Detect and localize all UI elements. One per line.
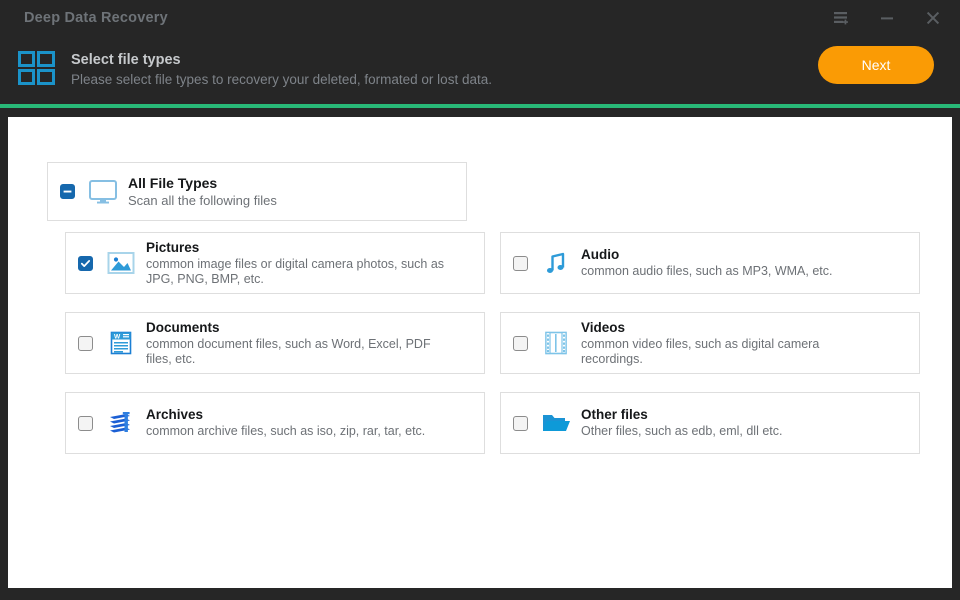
file-types-panel: All File Types Scan all the following fi… xyxy=(8,117,952,588)
card-text-audio: Audio common audio files, such as MP3, W… xyxy=(581,246,840,280)
next-button[interactable]: Next xyxy=(818,46,934,84)
card-pictures[interactable]: Pictures common image files or digital c… xyxy=(65,232,485,294)
minimize-icon-glyph xyxy=(881,17,893,20)
archive-stack-icon xyxy=(104,410,138,436)
card-title-all: All File Types xyxy=(128,174,218,191)
app-title: Deep Data Recovery xyxy=(24,10,168,26)
checkbox-checked-box xyxy=(77,255,93,271)
svg-text:W: W xyxy=(114,334,121,341)
card-text-archives: Archives common archive files, such as i… xyxy=(146,406,433,440)
card-title-pictures: Pictures xyxy=(146,239,200,255)
card-all-file-types[interactable]: All File Types Scan all the following fi… xyxy=(47,162,467,221)
grid-four-squares-icon xyxy=(18,49,56,92)
card-desc-documents: common document files, such as Word, Exc… xyxy=(146,336,431,367)
checkbox-audio[interactable] xyxy=(501,255,539,271)
checkbox-unchecked-box xyxy=(512,335,528,351)
card-archives[interactable]: Archives common archive files, such as i… xyxy=(65,392,485,454)
checkbox-indeterminate-box xyxy=(59,184,75,199)
minimize-icon[interactable] xyxy=(874,5,900,31)
card-desc-pictures: common image files or digital camera pho… xyxy=(146,256,445,287)
checkbox-archives[interactable] xyxy=(66,415,104,431)
monitor-icon xyxy=(86,179,120,205)
card-videos[interactable]: Videos common video files, such as digit… xyxy=(500,312,920,374)
card-title-audio: Audio xyxy=(581,247,620,263)
checkbox-unchecked-box xyxy=(77,335,93,351)
window-controls xyxy=(828,5,946,31)
card-title-documents: Documents xyxy=(146,319,220,335)
card-title-videos: Videos xyxy=(581,319,626,335)
checkbox-videos[interactable] xyxy=(501,335,539,351)
card-text-documents: Documents common document files, such as… xyxy=(146,319,454,368)
card-text-videos: Videos common video files, such as digit… xyxy=(581,319,889,368)
card-desc-archives: common archive files, such as iso, zip, … xyxy=(146,424,426,439)
card-other-files[interactable]: Other files Other files, such as edb, em… xyxy=(500,392,920,454)
card-desc-other-files: Other files, such as edb, eml, dll etc. xyxy=(581,424,783,439)
card-text-all: All File Types Scan all the following fi… xyxy=(128,175,285,209)
checkbox-pictures[interactable] xyxy=(66,255,104,271)
folder-open-icon xyxy=(539,411,573,435)
card-audio[interactable]: Audio common audio files, such as MP3, W… xyxy=(500,232,920,294)
card-desc-videos: common video files, such as digital came… xyxy=(581,336,820,367)
card-documents[interactable]: W Documents common document files, such … xyxy=(65,312,485,374)
checkbox-unchecked-box xyxy=(512,255,528,271)
close-icon[interactable] xyxy=(920,5,946,31)
checkbox-other-files[interactable] xyxy=(501,415,539,431)
page-header: Select file types Please select file typ… xyxy=(0,37,960,105)
card-title-archives: Archives xyxy=(146,407,204,423)
card-desc-all: Scan all the following files xyxy=(128,192,277,208)
card-desc-audio: common audio files, such as MP3, WMA, et… xyxy=(581,264,833,279)
menu-icon[interactable] xyxy=(828,5,854,31)
checkbox-all-file-types[interactable] xyxy=(48,184,86,199)
page-title: Select file types xyxy=(71,52,181,68)
title-bar: Deep Data Recovery xyxy=(0,0,960,37)
dash-icon xyxy=(63,190,71,193)
card-text-other-files: Other files Other files, such as edb, em… xyxy=(581,406,790,440)
music-note-icon xyxy=(539,250,573,276)
image-icon xyxy=(104,251,138,275)
checkbox-unchecked-box xyxy=(512,415,528,431)
checkbox-documents[interactable] xyxy=(66,335,104,351)
card-title-other-files: Other files xyxy=(581,407,648,423)
film-strip-icon xyxy=(539,330,573,356)
check-icon xyxy=(80,259,90,267)
menu-icon-glyph xyxy=(833,12,848,25)
close-icon-glyph xyxy=(926,11,940,25)
accent-divider xyxy=(0,104,960,108)
card-text-pictures: Pictures common image files or digital c… xyxy=(146,239,454,288)
page-subtitle: Please select file types to recovery you… xyxy=(71,72,492,87)
document-icon: W xyxy=(104,330,138,356)
checkbox-unchecked-box xyxy=(77,415,93,431)
